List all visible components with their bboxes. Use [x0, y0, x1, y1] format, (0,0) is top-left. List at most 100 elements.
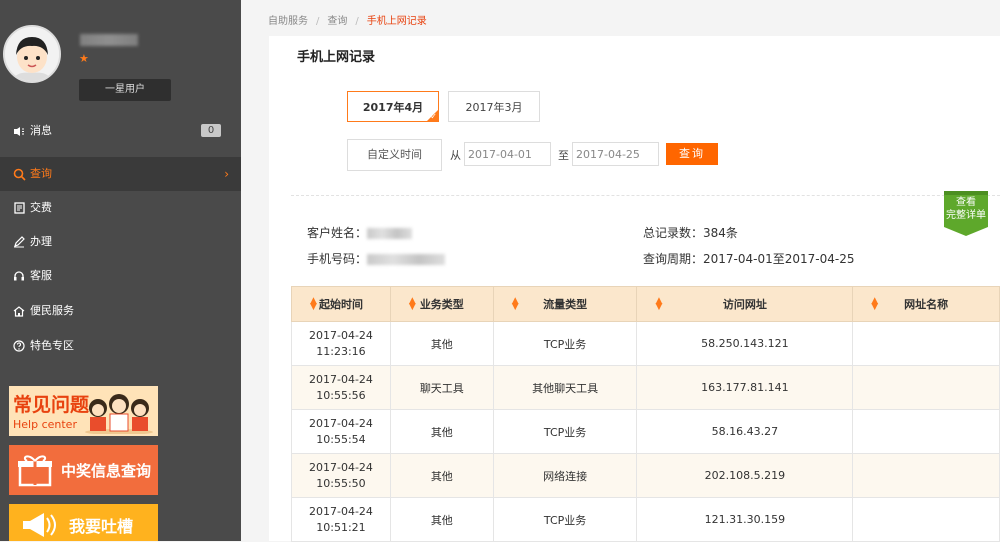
dashed-divider: [291, 195, 1000, 196]
sort-icon: ▲ ▼: [408, 296, 416, 312]
sidebar-item-label: 客服: [30, 269, 52, 282]
sidebar-item-special[interactable]: 特色专区: [0, 329, 241, 363]
help-center-title: 常见问题: [13, 394, 90, 416]
tab-label: 2017年3月: [465, 101, 523, 114]
avatar[interactable]: [3, 25, 61, 83]
table-row: 2017-04-24 10:55:56 聊天工具 其他聊天工具 163.177.8…: [291, 365, 1000, 410]
table-row: 2017-04-24 10:55:50 其他 网络连接 202.108.5.219: [291, 453, 1000, 498]
to-label: 至: [558, 149, 569, 162]
sidebar-item-messages[interactable]: 消息 0: [0, 114, 241, 148]
phone-label: 手机号码：: [307, 252, 368, 266]
ribbon-line2: 完整详单: [946, 210, 986, 221]
avatar-icon: [5, 27, 59, 81]
cell-biz-type: 其他: [389, 321, 494, 366]
cell-biz-type: 其他: [389, 453, 494, 498]
cell-url: 163.177.81.141: [636, 365, 854, 410]
sidebar: ★ 一星用户 消息 0 查询 › 交费 办理 客服 便民服务 特色专区 常见问题…: [0, 0, 241, 541]
bill-icon: [12, 191, 26, 225]
sort-icon: ▲ ▼: [511, 296, 519, 312]
chevron-right-icon: ›: [224, 167, 229, 181]
breadcrumb-item[interactable]: 自助服务: [268, 16, 308, 27]
phone-masked: [367, 254, 446, 265]
tab-april[interactable]: 2017年4月 ✓: [347, 91, 439, 122]
cell-flow-type: TCP业务: [492, 497, 638, 542]
breadcrumb-separator: /: [316, 16, 320, 27]
sort-icon: ▲ ▼: [871, 296, 879, 312]
column-header-biz-type[interactable]: ▲ ▼ 业务类型: [389, 286, 494, 322]
help-center-banner[interactable]: 常见问题 Help center: [9, 386, 158, 436]
column-header-url[interactable]: ▲ ▼ 访问网址: [636, 286, 854, 322]
sort-icon: ▲ ▼: [655, 296, 663, 312]
cell-url: 58.16.43.27: [636, 409, 854, 454]
sidebar-item-query[interactable]: 查询 ›: [0, 157, 241, 191]
breadcrumb-current: 手机上网记录: [366, 16, 427, 27]
customer-name-row: 客户姓名：: [307, 224, 413, 241]
column-header-site-name[interactable]: ▲ ▼ 网址名称: [852, 286, 1000, 322]
custom-time-button[interactable]: 自定义时间: [347, 139, 442, 171]
sidebar-item-label: 消息: [30, 124, 52, 137]
column-header-flow-type[interactable]: ▲ ▼ 流量类型: [492, 286, 638, 322]
query-period: 查询周期：2017-04-01至2017-04-25: [643, 252, 855, 266]
pen-icon: [12, 225, 26, 259]
sidebar-item-handle[interactable]: 办理: [0, 225, 241, 259]
question-circle-icon: [12, 329, 26, 363]
cell-url: 121.31.30.159: [636, 497, 854, 542]
sort-icon: ▲ ▼: [310, 296, 317, 312]
table-row: 2017-04-24 10:51:21 其他 TCP业务 121.31.30.15…: [291, 497, 1000, 542]
start-date-input[interactable]: [464, 142, 551, 166]
cell-flow-type: 网络连接: [492, 453, 638, 498]
view-full-detail-button[interactable]: 查看 完整详单: [944, 191, 988, 236]
sidebar-item-customer-service[interactable]: 客服: [0, 259, 241, 293]
customer-name-masked: [367, 228, 413, 239]
main-panel: 手机上网记录 2017年4月 ✓ 2017年3月 自定义时间 从 至 查询 查看…: [269, 36, 1000, 542]
cell-biz-type: 其他: [389, 497, 494, 542]
cell-start-time: 2017-04-24 10:55:56: [291, 365, 391, 410]
complain-label: 我要吐槽: [69, 517, 134, 536]
sidebar-item-label: 查询: [30, 167, 52, 180]
tab-march[interactable]: 2017年3月: [448, 91, 540, 122]
check-icon: ✓: [430, 112, 437, 121]
cell-flow-type: 其他聊天工具: [492, 365, 638, 410]
cell-flow-type: TCP业务: [492, 321, 638, 366]
tab-label: 2017年4月: [362, 101, 424, 114]
end-date-input[interactable]: [572, 142, 659, 166]
prize-query-banner[interactable]: 中奖信息查询: [9, 445, 158, 495]
total-records: 总记录数：384条: [643, 226, 738, 240]
cell-site-name: [852, 409, 1000, 454]
cell-flow-type: TCP业务: [492, 409, 638, 454]
help-center-subtitle: Help center: [13, 418, 77, 431]
breadcrumb: 自助服务 / 查询 / 手机上网记录: [268, 12, 427, 27]
house-icon: [12, 294, 26, 328]
search-icon: [12, 157, 26, 191]
cell-site-name: [852, 321, 1000, 366]
cell-url: 202.108.5.219: [636, 453, 854, 498]
megaphone-icon: [23, 513, 56, 537]
ribbon-line1: 查看: [956, 197, 976, 208]
records-table: ▲ ▼ 起始时间 ▲ ▼ 业务类型 ▲ ▼ 流量类型 ▲ ▼ 访问网址 ▲ ▼ 网址名称 2017-…: [291, 286, 1000, 542]
speaker-icon: [12, 114, 26, 148]
breadcrumb-item[interactable]: 查询: [327, 16, 347, 27]
cell-site-name: [852, 497, 1000, 542]
headset-icon: [12, 259, 26, 293]
sidebar-item-convenience[interactable]: 便民服务: [0, 294, 241, 328]
people-illustration-icon: [85, 394, 153, 434]
user-level-badge[interactable]: 一星用户: [79, 79, 171, 101]
breadcrumb-separator: /: [355, 16, 359, 27]
cell-url: 58.250.143.121: [636, 321, 854, 366]
column-header-start-time[interactable]: ▲ ▼ 起始时间: [291, 286, 391, 322]
cell-biz-type: 聊天工具: [389, 365, 494, 410]
page-title: 手机上网记录: [297, 50, 376, 65]
from-label: 从: [450, 149, 461, 162]
sidebar-item-label: 交费: [30, 201, 52, 214]
sidebar-item-payment[interactable]: 交费: [0, 191, 241, 225]
cell-start-time: 2017-04-24 10:55:50: [291, 453, 391, 498]
table-row: 2017-04-24 10:55:54 其他 TCP业务 58.16.43.27: [291, 409, 1000, 454]
cell-biz-type: 其他: [389, 409, 494, 454]
complain-banner[interactable]: 我要吐槽: [9, 504, 158, 541]
cell-start-time: 2017-04-24 11:23:16: [291, 321, 391, 366]
cell-site-name: [852, 453, 1000, 498]
phone-row: 手机号码：: [307, 250, 446, 267]
query-button[interactable]: 查询: [666, 143, 718, 165]
table-row: 2017-04-24 11:23:16 其他 TCP业务 58.250.143.1…: [291, 321, 1000, 366]
cell-site-name: [852, 365, 1000, 410]
